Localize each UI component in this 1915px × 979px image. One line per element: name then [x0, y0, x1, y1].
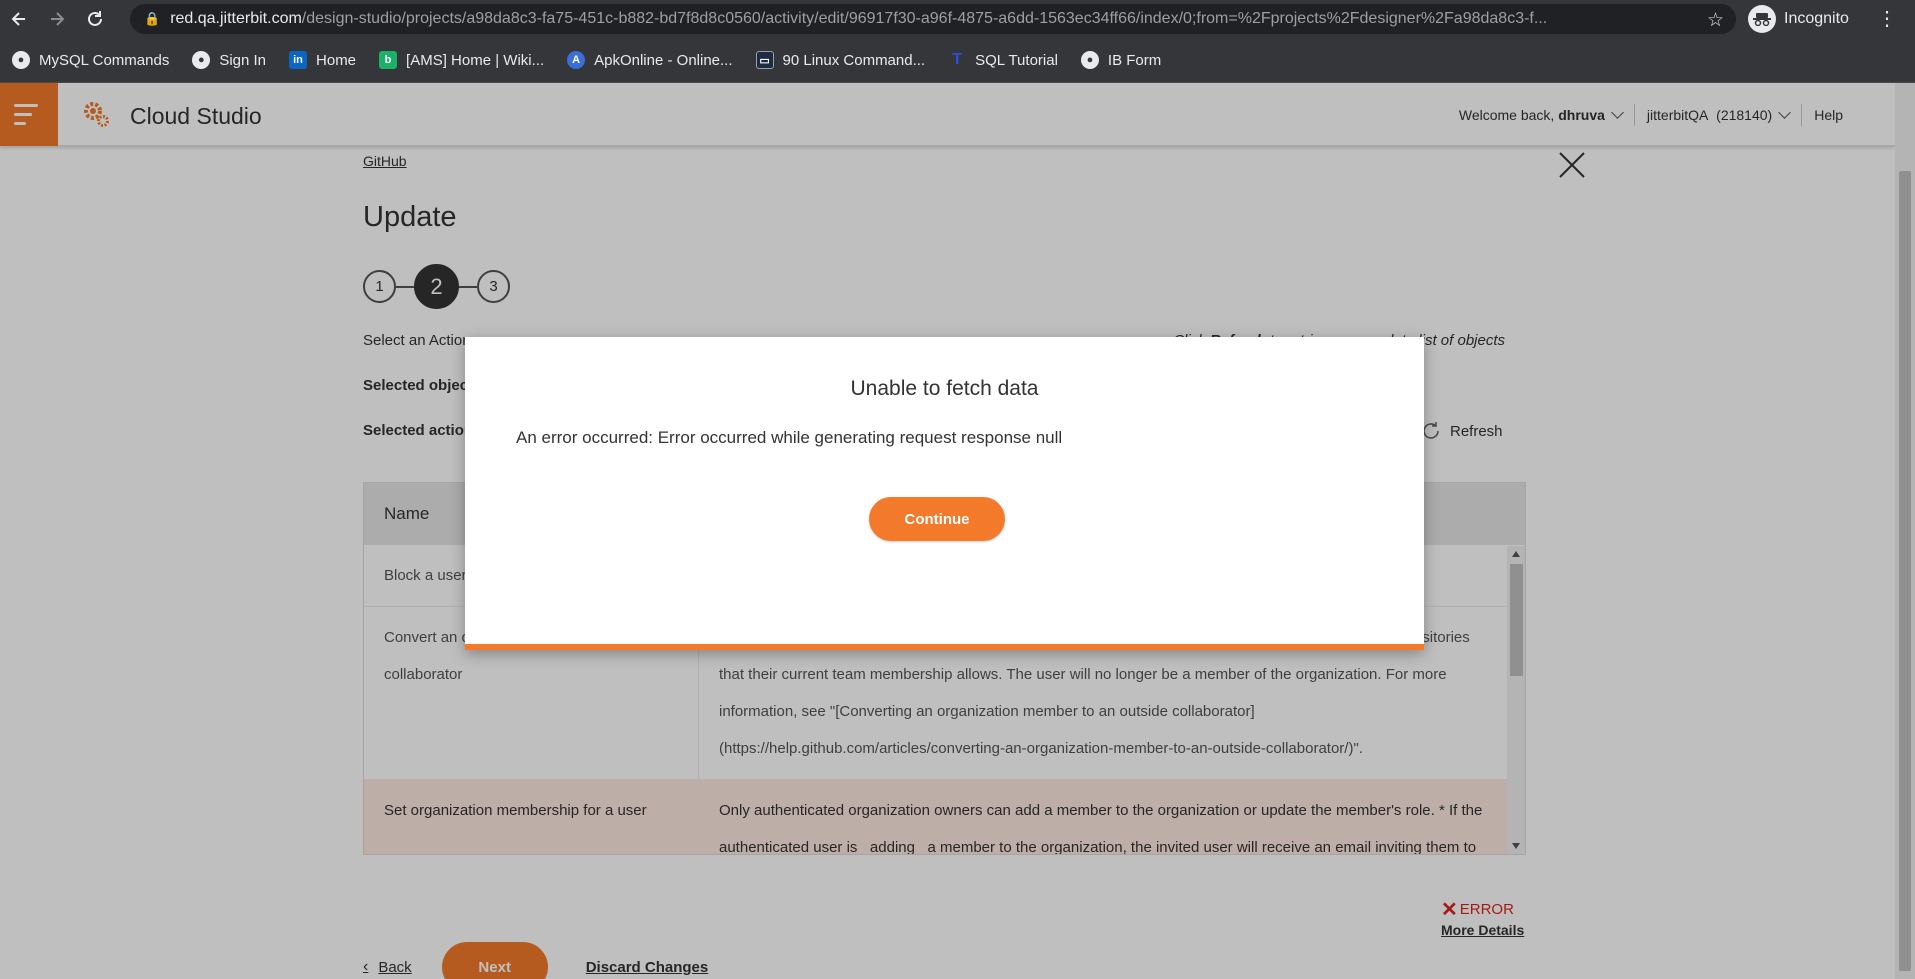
back-arrow-icon[interactable] [0, 0, 38, 38]
bookmark-item[interactable]: ● Sign In [192, 51, 266, 69]
bookmark-item[interactable]: ▭ 90 Linux Command... [755, 51, 925, 69]
incognito-icon [1748, 5, 1776, 33]
error-dialog: Unable to fetch data An error occurred: … [465, 337, 1424, 650]
bookmark-item[interactable]: ● IB Form [1080, 51, 1161, 69]
bookmark-item[interactable]: b [AMS] Home | Wiki... [379, 51, 544, 69]
continue-button[interactable]: Continue [869, 497, 1005, 541]
reload-icon[interactable] [76, 0, 114, 38]
address-bar[interactable]: 🔒 red.qa.jitterbit.com /design-studio/pr… [130, 4, 1736, 34]
bookmark-item[interactable]: T SQL Tutorial [948, 51, 1058, 69]
browser-menu-icon[interactable]: ⋮ [1877, 6, 1897, 32]
url-host: red.qa.jitterbit.com [170, 10, 302, 27]
wiki-icon: b [379, 51, 398, 69]
url-path: /design-studio/projects/a98da8c3-fa75-45… [301, 10, 1548, 27]
browser-toolbar: 🔒 red.qa.jitterbit.com /design-studio/pr… [0, 0, 1915, 38]
tutorial-icon: T [952, 51, 962, 68]
bookmark-item[interactable]: in Home [289, 51, 356, 69]
globe-icon: ● [192, 51, 211, 69]
forward-arrow-icon[interactable] [38, 0, 76, 38]
globe-icon: ● [12, 51, 30, 69]
bookmark-item[interactable]: A ApkOnline - Online... [567, 51, 733, 69]
profile-incognito[interactable]: Incognito [1748, 4, 1849, 34]
apk-icon: A [567, 51, 586, 69]
dialog-title: Unable to fetch data [850, 377, 1039, 400]
bookmark-star-icon[interactable]: ☆ [1707, 9, 1724, 32]
globe-icon: ● [1080, 51, 1099, 69]
lock-icon: 🔒 [144, 11, 161, 26]
terminal-icon: ▭ [755, 51, 774, 69]
bookmark-item[interactable]: ● MySQL Commands [12, 51, 169, 69]
linkedin-icon: in [289, 51, 308, 69]
bookmarks-bar: ● MySQL Commands ● Sign In in Home b [AM… [0, 38, 1915, 83]
dialog-message: An error occurred: Error occurred while … [516, 428, 1063, 447]
profile-label: Incognito [1784, 10, 1849, 27]
